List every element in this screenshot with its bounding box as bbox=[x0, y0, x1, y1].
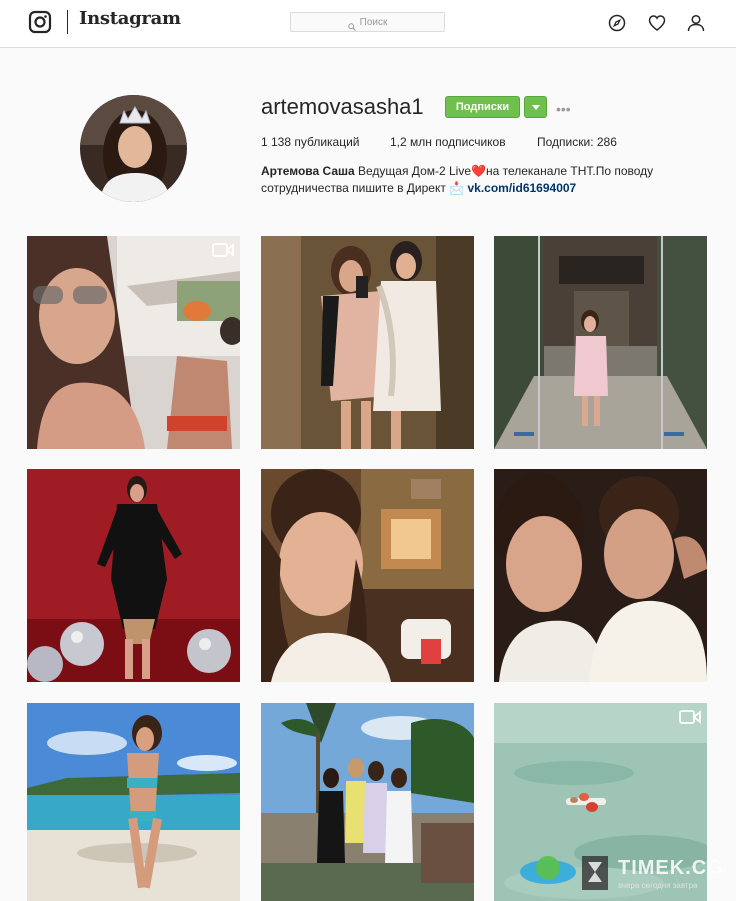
more-options-button[interactable]: ••• bbox=[556, 101, 571, 117]
bio-link[interactable]: vk.com/id61694007 bbox=[467, 181, 576, 195]
post-thumbnail[interactable] bbox=[27, 469, 240, 682]
search-placeholder: Поиск bbox=[359, 16, 388, 28]
posts-count: 1 138 публикаций bbox=[261, 135, 360, 149]
top-nav: Instagram Поиск bbox=[0, 0, 736, 48]
post-thumbnail[interactable] bbox=[261, 236, 474, 449]
post-thumbnail[interactable] bbox=[27, 236, 240, 449]
video-camera-icon bbox=[212, 242, 234, 258]
search-input[interactable]: Поиск bbox=[290, 12, 445, 32]
post-thumbnail[interactable] bbox=[494, 469, 707, 682]
post-thumbnail[interactable] bbox=[494, 236, 707, 449]
instagram-wordmark[interactable]: Instagram bbox=[79, 8, 181, 29]
watermark-subtext: вчера сегодня завтра bbox=[618, 881, 698, 890]
post-thumbnail[interactable] bbox=[261, 703, 474, 901]
search-icon bbox=[347, 18, 356, 31]
suggestions-dropdown-button[interactable] bbox=[524, 96, 547, 118]
heart-icon[interactable] bbox=[647, 13, 667, 33]
following-count[interactable]: Подписки: 286 bbox=[537, 135, 617, 149]
compass-icon[interactable] bbox=[607, 13, 627, 33]
bio-full-name: Артемова Саша bbox=[261, 164, 355, 178]
profile-bio: Артемова Саша Ведущая Дом-2 Live❤️на тел… bbox=[261, 163, 681, 197]
nav-divider bbox=[67, 10, 68, 34]
person-icon[interactable] bbox=[686, 13, 706, 33]
video-camera-icon bbox=[679, 709, 701, 725]
post-thumbnail[interactable] bbox=[27, 703, 240, 901]
following-button[interactable]: Подписки bbox=[445, 96, 520, 118]
watermark: TIMEK.CG вчера сегодня завтра bbox=[516, 850, 736, 898]
followers-count[interactable]: 1,2 млн подписчиков bbox=[390, 135, 506, 149]
chevron-down-icon bbox=[531, 98, 540, 116]
post-thumbnail[interactable] bbox=[261, 469, 474, 682]
profile-username: artemovasasha1 bbox=[261, 94, 424, 119]
watermark-text: TIMEK.CG bbox=[618, 857, 724, 879]
instagram-camera-icon[interactable] bbox=[28, 10, 52, 34]
avatar[interactable] bbox=[80, 95, 187, 202]
